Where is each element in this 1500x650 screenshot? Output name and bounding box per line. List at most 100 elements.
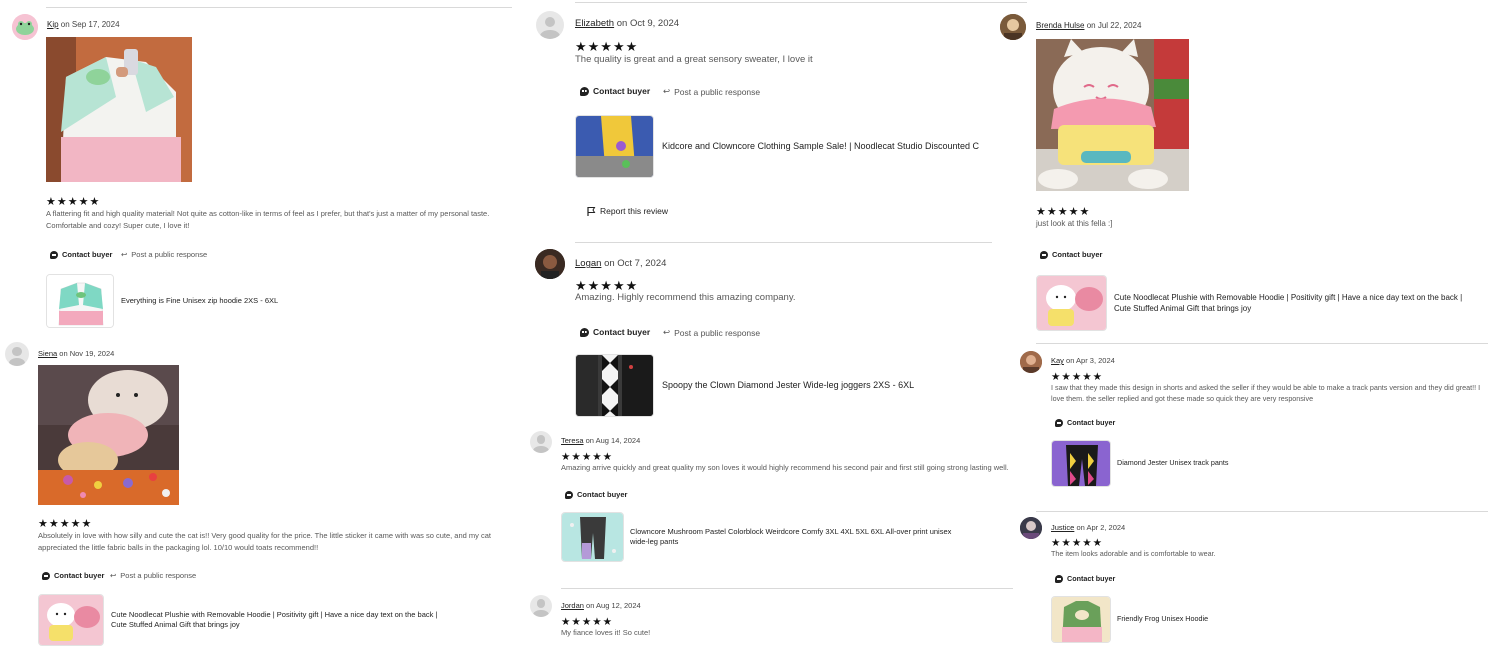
review-text: just look at this fella :] [1036,219,1113,228]
reviewer-name[interactable]: Kip [47,20,59,29]
product-thumbnail [46,274,114,328]
contact-buyer-button[interactable]: Contact buyer [565,490,627,499]
product-link[interactable]: Kidcore and Clowncore Clothing Sample Sa… [575,115,1030,178]
reply-icon: ↩ [663,327,671,337]
review-card: Logan on Oct 7, 2024 ★★★★★ Amazing. High… [530,245,1030,425]
contact-buyer-button[interactable]: Contact buyer [50,250,112,259]
hoodie-thumbnail-image [47,275,113,327]
reviewer-name[interactable]: Teresa [561,436,584,445]
review-card: Justice on Apr 2, 2024 ★★★★★ The item lo… [1010,513,1500,650]
star-rating: ★★★★★ [561,451,614,463]
review-meta: Brenda Hulse on Jul 22, 2024 [1036,21,1141,30]
reviewer-name[interactable]: Siena [38,349,57,358]
review-meta: Elizabeth on Oct 9, 2024 [575,18,679,29]
product-link[interactable]: Friendly Frog Unisex Hoodie [1051,596,1491,643]
product-link[interactable]: Clowncore Mushroom Pastel Colorblock Wei… [561,512,1001,562]
star-rating: ★★★★★ [561,616,614,628]
avatar[interactable] [1020,351,1042,373]
reviewer-name[interactable]: Logan [575,258,601,269]
avatar[interactable] [530,431,552,453]
clothing-thumbnail-image [576,116,653,177]
product-thumbnail [575,354,654,417]
product-thumbnail [1051,440,1111,487]
review-date: on Apr 3, 2024 [1066,356,1115,365]
review-date: on Nov 19, 2024 [59,349,115,358]
review-card: Elizabeth on Oct 9, 2024 ★★★★★ The quali… [530,0,1030,240]
star-rating: ★★★★★ [1051,371,1104,383]
review-card: Siena on Nov 19, 2024 ★★★★★ Absolutely i… [0,338,520,650]
avatar[interactable] [1000,14,1026,40]
star-rating: ★★★★★ [575,39,639,54]
product-link[interactable]: Diamond Jester Unisex track pants [1051,440,1491,487]
profile-photo-icon [1020,517,1042,539]
reviewer-name[interactable]: Kay [1051,356,1064,365]
product-thumbnail [575,115,654,178]
post-public-response-button[interactable]: ↩ Post a public response [121,250,207,259]
star-rating: ★★★★★ [1036,206,1091,218]
profile-photo-icon [535,249,565,279]
avatar[interactable] [536,11,564,39]
reviewer-name[interactable]: Justice [1051,523,1074,532]
review-photo[interactable] [1036,39,1189,191]
contact-buyer-button[interactable]: Contact buyer [42,571,104,580]
reviewer-name[interactable]: Brenda Hulse [1036,21,1084,30]
review-card: Jordan on Aug 12, 2024 ★★★★★ My fiance l… [520,592,1020,650]
review-photo[interactable] [38,365,179,505]
avatar[interactable] [12,14,38,40]
review-meta: Logan on Oct 7, 2024 [575,258,666,269]
product-title: Cute Noodlecat Plushie with Removable Ho… [1114,292,1463,313]
divider [1036,343,1488,344]
review-meta: Justice on Apr 2, 2024 [1051,523,1125,532]
contact-buyer-button[interactable]: Contact buyer [580,86,650,96]
chat-icon [580,86,589,96]
product-thumbnail [1051,596,1111,643]
product-link[interactable]: Spoopy the Clown Diamond Jester Wide-leg… [575,354,1030,417]
product-link[interactable]: Cute Noodlecat Plushie with Removable Ho… [1036,275,1486,331]
post-public-response-button[interactable]: ↩ Post a public response [663,86,760,97]
plushie-thumbnail-image [1037,276,1106,330]
product-title: Cute Noodlecat Plushie with Removable Ho… [111,609,438,630]
chat-icon [580,327,589,337]
frog-avatar-icon [12,14,38,40]
review-text: A flattering fit and high quality materi… [46,209,490,230]
product-title: Everything is Fine Unisex zip hoodie 2XS… [121,295,279,305]
reply-icon: ↩ [121,250,128,259]
track-pants-thumbnail-image [1052,441,1110,486]
reviewer-name[interactable]: Jordan [561,601,584,610]
product-link[interactable]: Cute Noodlecat Plushie with Removable Ho… [38,594,508,646]
contact-buyer-button[interactable]: Contact buyer [1055,574,1115,583]
avatar[interactable] [535,249,565,279]
review-date: on Aug 14, 2024 [585,436,641,445]
product-title: Diamond Jester Unisex track pants [1117,458,1229,468]
review-card: Brenda Hulse on Jul 22, 2024 ★★★★★ just … [995,0,1500,340]
product-link[interactable]: Everything is Fine Unisex zip hoodie 2XS… [46,274,516,328]
review-card: Kay on Apr 3, 2024 ★★★★★ I saw that they… [1010,345,1500,510]
avatar[interactable] [530,595,552,617]
report-review-button[interactable]: Report this review [586,206,668,216]
review-card: Kip on Sep 17, 2024 ★★★★★ A flattering f… [0,0,520,335]
reviewer-name[interactable]: Elizabeth [575,18,614,29]
chat-icon [1055,418,1063,427]
review-date: on Oct 9, 2024 [616,18,680,29]
review-meta: Siena on Nov 19, 2024 [38,349,114,358]
contact-buyer-button[interactable]: Contact buyer [1040,250,1102,259]
contact-buyer-button[interactable]: Contact buyer [1055,418,1115,427]
review-meta: Kip on Sep 17, 2024 [47,20,120,29]
contact-buyer-button[interactable]: Contact buyer [580,327,650,337]
post-public-response-button[interactable]: ↩ Post a public response [110,571,196,580]
product-thumbnail [1036,275,1107,331]
review-text: My fiance loves it! So cute! [561,628,651,637]
product-title: Friendly Frog Unisex Hoodie [1117,614,1209,624]
avatar[interactable] [5,342,29,366]
review-text: I saw that they made this design in shor… [1051,383,1481,404]
divider [1036,511,1488,512]
review-text: Amazing. Highly recommend this amazing c… [575,292,796,303]
chat-icon [1040,250,1048,259]
review-photo[interactable] [46,37,192,182]
review-text: The item looks adorable and is comfortab… [1051,549,1216,558]
product-title: Clowncore Mushroom Pastel Colorblock Wei… [630,526,952,547]
post-public-response-button[interactable]: ↩ Post a public response [663,327,760,338]
review-date: on Aug 12, 2024 [586,601,641,610]
avatar[interactable] [1020,517,1042,539]
star-rating: ★★★★★ [46,196,101,208]
